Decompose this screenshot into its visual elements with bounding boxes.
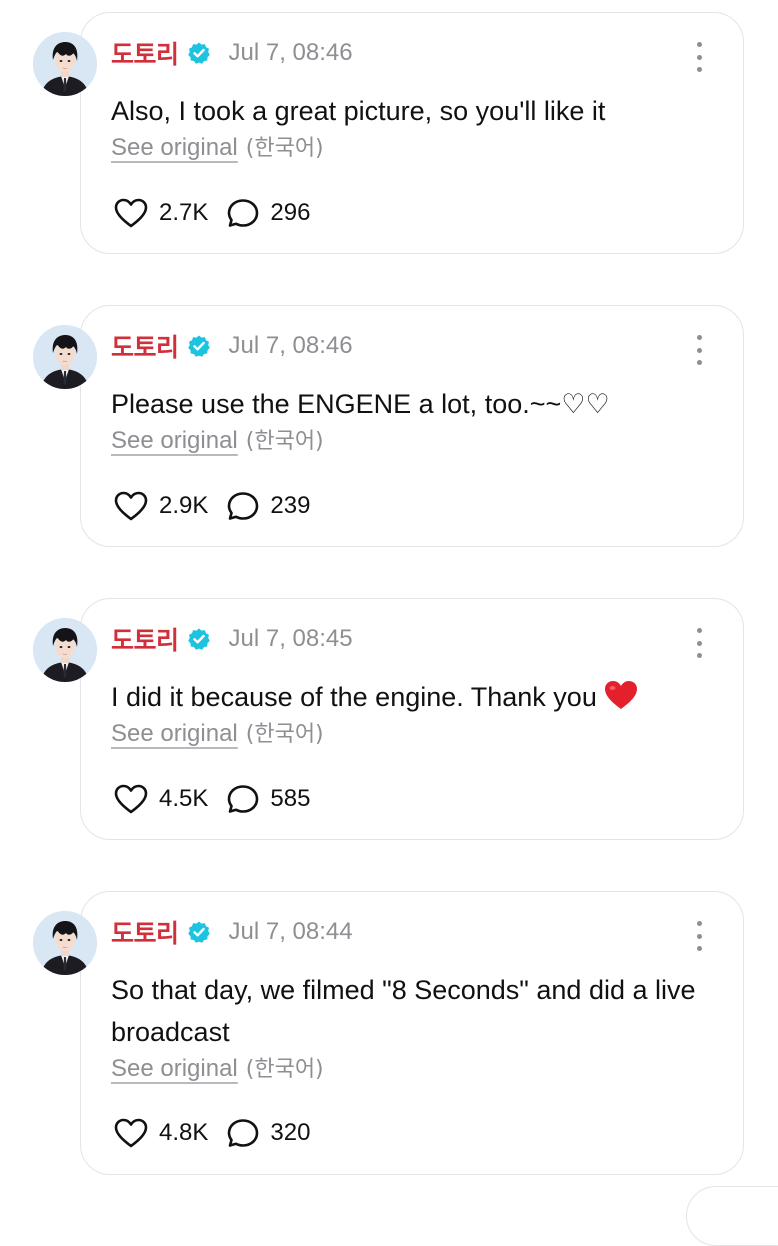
- post-timestamp: Jul 7, 08:46: [228, 332, 353, 359]
- avatar[interactable]: [33, 618, 97, 682]
- heart-outline-icon: [114, 198, 148, 228]
- more-options-icon[interactable]: [688, 628, 710, 658]
- post-timestamp: Jul 7, 08:46: [228, 39, 353, 66]
- avatar[interactable]: [33, 325, 97, 389]
- language-label: (한국어): [245, 722, 324, 747]
- post-stats: 2.7K 296: [113, 197, 310, 229]
- comment-button[interactable]: 585: [226, 783, 310, 815]
- author-name[interactable]: 도토리: [111, 914, 179, 950]
- comment-bubble-icon: [228, 199, 259, 227]
- red-heart-icon: [603, 679, 639, 723]
- post-text-content: I did it because of the engine. Thank yo…: [111, 682, 597, 712]
- post-header: 도토리 Jul 7, 08:46: [111, 36, 353, 70]
- like-count: 2.9K: [159, 492, 209, 519]
- verified-badge-icon: [187, 334, 211, 358]
- like-button[interactable]: 4.5K: [113, 783, 208, 815]
- avatar[interactable]: [33, 32, 97, 96]
- language-label: (한국어): [245, 429, 324, 454]
- post-card: 도토리 Jul 7, 08:46 Please use the ENGENE a…: [0, 305, 778, 565]
- verified-badge-icon: [187, 627, 211, 651]
- author-name[interactable]: 도토리: [111, 35, 179, 71]
- post-stats: 4.8K 320: [113, 1117, 310, 1149]
- post-card: 도토리 Jul 7, 08:44 So that day, we filmed …: [0, 891, 778, 1181]
- post-text: Please use the ENGENE a lot, too.~~♡♡: [111, 389, 610, 419]
- language-label: (한국어): [245, 136, 324, 161]
- post-header: 도토리 Jul 7, 08:45: [111, 622, 353, 656]
- language-label: (한국어): [245, 1057, 324, 1082]
- heart-outline-icon: [114, 784, 148, 814]
- translation-row: See original (한국어): [111, 716, 324, 748]
- verified-badge-icon: [187, 41, 211, 65]
- post-text: So that day, we filmed "8 Seconds" and d…: [111, 975, 696, 1047]
- comment-count: 296: [270, 199, 311, 226]
- more-options-icon[interactable]: [688, 335, 710, 365]
- post-card: 도토리 Jul 7, 08:45 I did it because of the…: [0, 598, 778, 858]
- author-name[interactable]: 도토리: [111, 328, 179, 364]
- verified-badge-icon: [187, 920, 211, 944]
- comment-button[interactable]: 296: [226, 197, 310, 229]
- more-options-icon[interactable]: [688, 42, 710, 72]
- heart-outline-icon: [114, 491, 148, 521]
- comment-bubble-icon: [228, 1119, 259, 1147]
- see-original-link[interactable]: See original: [111, 134, 238, 161]
- like-count: 2.7K: [159, 199, 209, 226]
- like-button[interactable]: 4.8K: [113, 1117, 208, 1149]
- heart-outline-icon: [114, 1118, 148, 1148]
- more-options-icon[interactable]: [688, 921, 710, 951]
- translation-row: See original (한국어): [111, 130, 324, 162]
- like-count: 4.8K: [159, 1119, 209, 1146]
- like-button[interactable]: 2.9K: [113, 490, 208, 522]
- post-header: 도토리 Jul 7, 08:46: [111, 329, 353, 363]
- like-count: 4.5K: [159, 785, 209, 812]
- post-timestamp: Jul 7, 08:44: [228, 918, 353, 945]
- avatar[interactable]: [33, 911, 97, 975]
- like-button[interactable]: 2.7K: [113, 197, 208, 229]
- post-stats: 2.9K 239: [113, 490, 310, 522]
- post-header: 도토리 Jul 7, 08:44: [111, 915, 353, 949]
- post-stats: 4.5K 585: [113, 783, 310, 815]
- comment-button[interactable]: 239: [226, 490, 310, 522]
- post-card: 도토리 Jul 7, 08:46 Also, I took a great pi…: [0, 12, 778, 272]
- comment-bubble-icon: [228, 785, 259, 813]
- next-post-bubble: [686, 1186, 778, 1246]
- comment-button[interactable]: 320: [226, 1117, 310, 1149]
- see-original-link[interactable]: See original: [111, 427, 238, 454]
- post-timestamp: Jul 7, 08:45: [228, 625, 353, 652]
- comment-count: 320: [270, 1119, 311, 1146]
- comment-bubble-icon: [228, 492, 259, 520]
- comment-count: 239: [270, 492, 311, 519]
- author-name[interactable]: 도토리: [111, 621, 179, 657]
- see-original-link[interactable]: See original: [111, 720, 238, 747]
- comment-count: 585: [270, 785, 311, 812]
- translation-row: See original (한국어): [111, 423, 324, 455]
- post-text: Also, I took a great picture, so you'll …: [111, 96, 606, 126]
- translation-row: See original (한국어): [111, 1051, 324, 1083]
- see-original-link[interactable]: See original: [111, 1055, 238, 1082]
